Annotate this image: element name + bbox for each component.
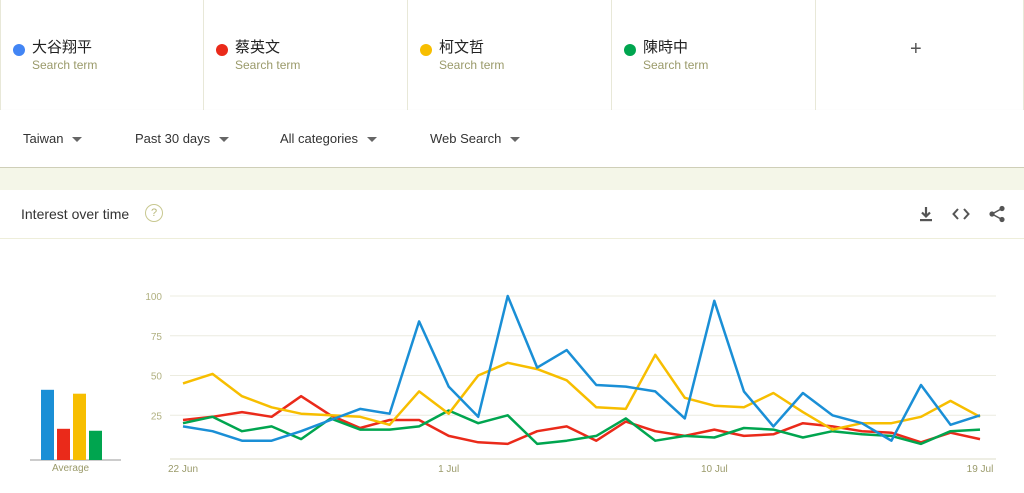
plus-icon: + (910, 38, 922, 60)
region-dropdown[interactable]: Taiwan (23, 131, 83, 146)
category-dropdown[interactable]: All categories (280, 131, 378, 146)
dropdown-caret-icon (219, 137, 230, 143)
search-term-type: Search term (32, 58, 98, 72)
search-term-name: 柯文哲 (439, 39, 485, 56)
series-line[interactable] (182, 294, 981, 442)
category-label: All categories (280, 131, 359, 146)
search-term-type: Search term (439, 58, 505, 72)
search-type-label: Web Search (430, 131, 502, 146)
series-color-dot (624, 44, 636, 56)
search-term-name: 蔡英文 (235, 39, 281, 56)
y-tick-label: 25 (151, 411, 163, 422)
x-tick-label: 19 Jul (967, 464, 994, 475)
time-range-dropdown[interactable]: Past 30 days (135, 131, 230, 146)
dropdown-caret-icon (367, 137, 378, 143)
search-term-card-2[interactable]: 蔡英文 Search term (204, 0, 408, 110)
dropdown-caret-icon (510, 137, 521, 143)
search-term-card-4[interactable]: 陳時中 Search term (612, 0, 816, 110)
add-comparison-button[interactable]: + (816, 0, 1024, 110)
x-tick-label: 10 Jul (701, 464, 728, 475)
y-tick-label: 50 (151, 372, 163, 383)
series-color-dot (13, 44, 25, 56)
series-color-dot (216, 44, 228, 56)
interest-over-time-card: Interest over time ? Average 25 50 75 100 22… (0, 190, 1024, 493)
search-term-card-3[interactable]: 柯文哲 Search term (408, 0, 612, 110)
dropdown-caret-icon (72, 137, 83, 143)
search-term-name: 大谷翔平 (32, 39, 93, 56)
x-tick-label: 1 Jul (438, 464, 459, 475)
search-term-type: Search term (235, 58, 301, 72)
y-tick-label: 75 (151, 332, 163, 343)
search-term-type: Search term (643, 58, 709, 72)
interest-line-chart: 25 50 75 100 22 Jun 1 Jul 10 Jul 19 Jul (145, 292, 996, 475)
series-color-dot (420, 44, 432, 56)
section-divider-band (0, 168, 1024, 190)
time-range-label: Past 30 days (135, 131, 211, 146)
x-tick-label: 22 Jun (168, 464, 198, 475)
search-term-name: 陳時中 (643, 39, 689, 56)
search-type-dropdown[interactable]: Web Search (430, 131, 521, 146)
search-term-card-1[interactable]: 大谷翔平 Search term (0, 0, 204, 110)
region-label: Taiwan (23, 131, 64, 146)
search-terms-bar: 大谷翔平 Search term 蔡英文 Search term 柯文哲 Sea… (0, 0, 1024, 111)
filter-bar: Taiwan Past 30 days All categories Web S… (0, 110, 1024, 168)
y-tick-label: 100 (145, 292, 162, 303)
